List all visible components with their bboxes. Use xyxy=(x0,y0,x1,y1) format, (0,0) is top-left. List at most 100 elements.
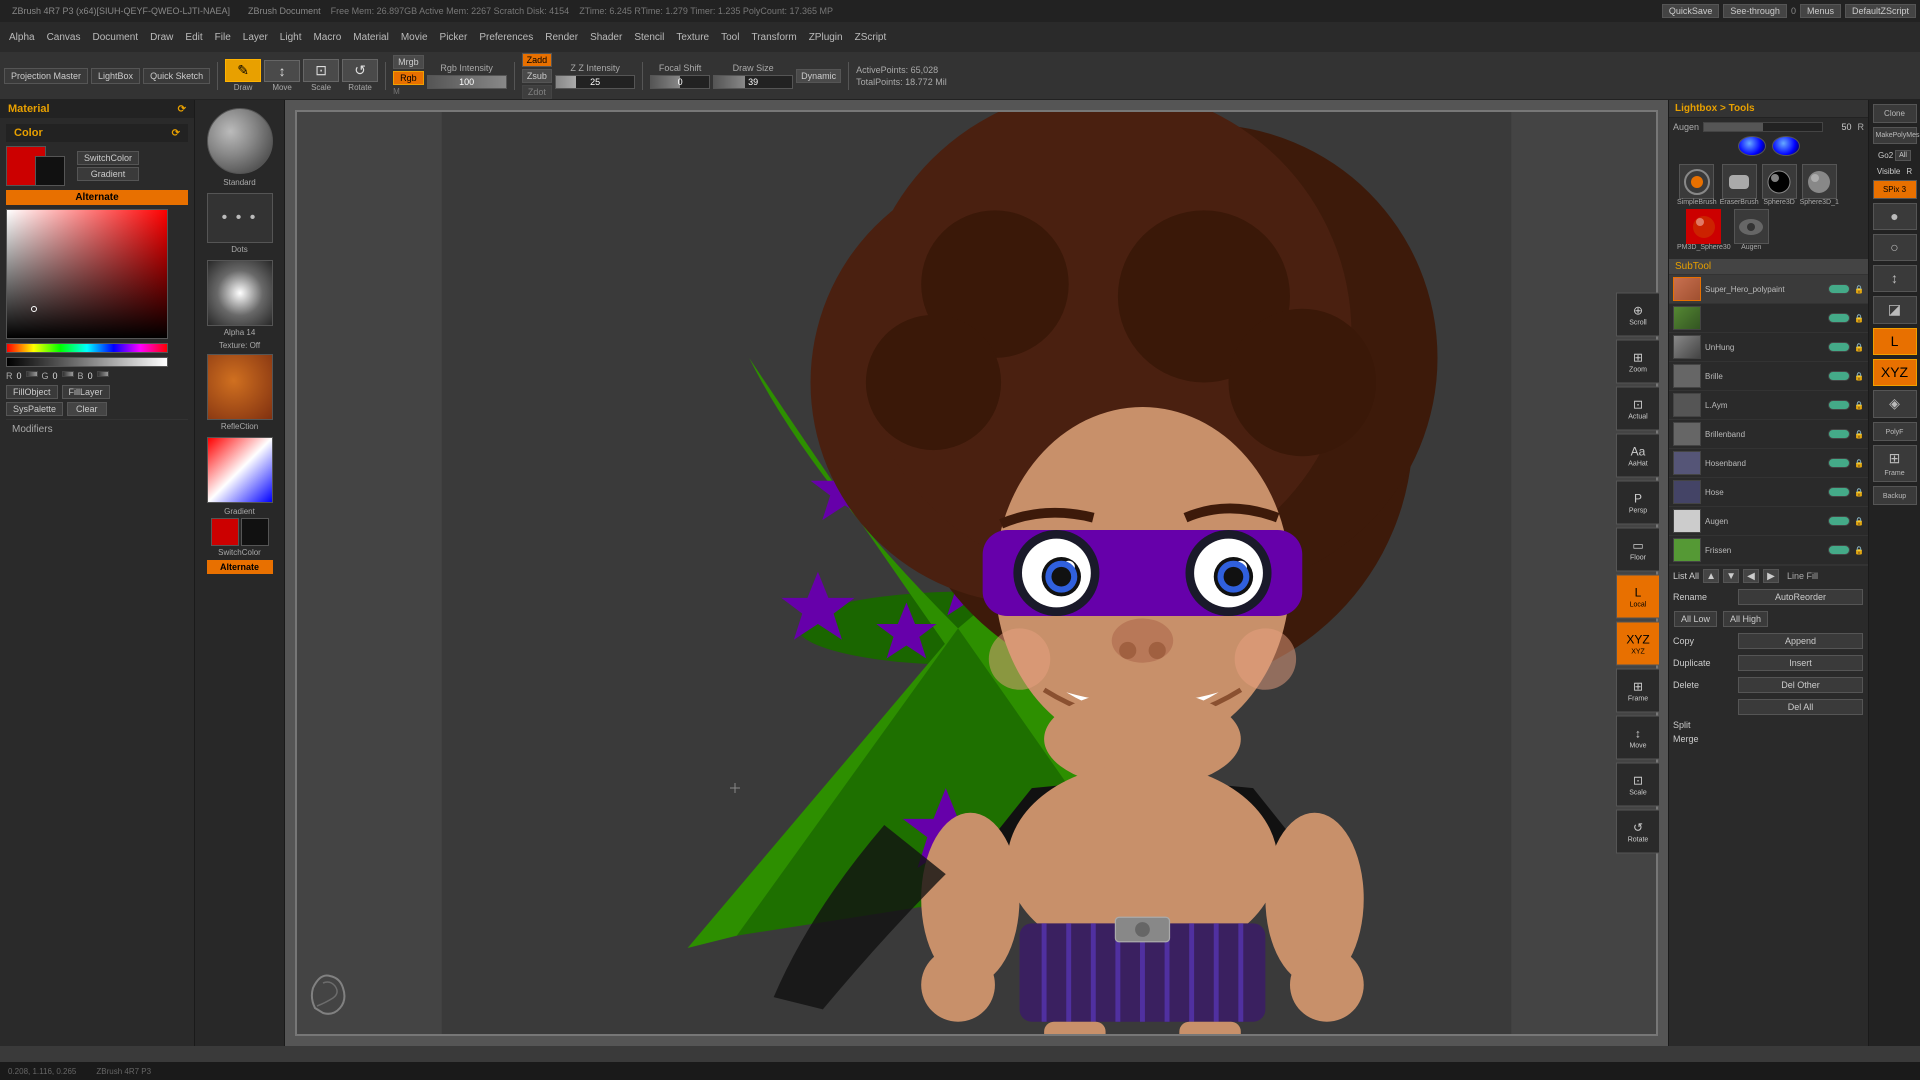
rotate-vp-btn[interactable]: ↺ Rotate xyxy=(1616,810,1660,854)
subtool-visible-1[interactable] xyxy=(1828,313,1850,323)
append-button[interactable]: Append xyxy=(1738,633,1863,649)
menu-texture[interactable]: Texture xyxy=(671,30,714,45)
zoom-btn[interactable]: ⊞ Zoom xyxy=(1616,340,1660,384)
persp-btn[interactable]: P Persp xyxy=(1616,481,1660,525)
frame-btn[interactable]: ⊞ Frame xyxy=(1616,669,1660,713)
fill-layer-button[interactable]: FillLayer xyxy=(62,385,110,399)
subtool-visible-brillenband[interactable] xyxy=(1828,429,1850,439)
simple-brush-icon[interactable] xyxy=(1679,164,1714,199)
zsub-button[interactable]: Zsub xyxy=(522,69,553,83)
color-picker[interactable] xyxy=(6,209,168,339)
dynamic-button[interactable]: Dynamic xyxy=(796,69,841,83)
subtool-item-brille[interactable]: Brille 🔒 xyxy=(1669,362,1868,391)
menu-alpha[interactable]: Alpha xyxy=(4,30,40,45)
defaultzscript-button[interactable]: DefaultZScript xyxy=(1845,4,1916,18)
texture-preview[interactable] xyxy=(207,354,273,420)
dots-brush-preview[interactable]: • • • xyxy=(207,193,273,243)
subtool-item-laym[interactable]: L.Aym 🔒 xyxy=(1669,391,1868,420)
subtool-item-brillenband[interactable]: Brillenband 🔒 xyxy=(1669,420,1868,449)
tool-spix3[interactable]: SPix 3 xyxy=(1873,180,1917,199)
z-intensity-slider[interactable]: 25 xyxy=(555,75,635,89)
move-vp-btn[interactable]: ↕ Move xyxy=(1616,716,1660,760)
brush-preview-sphere[interactable] xyxy=(207,108,273,174)
tool-dynamic[interactable]: ◈ xyxy=(1873,390,1917,418)
seethrough-button[interactable]: See-through xyxy=(1723,4,1787,18)
tool-standard[interactable]: ● xyxy=(1873,203,1917,230)
sphere3d-1-icon[interactable] xyxy=(1802,164,1837,199)
alpha-preview[interactable] xyxy=(207,260,273,326)
del-all-button[interactable]: Del All xyxy=(1738,699,1863,715)
canvas-area[interactable]: ⊕ Scroll ⊞ Zoom ⊡ Actual Aa AaHat P Pers… xyxy=(285,100,1668,1046)
arrow-down-btn[interactable]: ▼ xyxy=(1723,569,1739,583)
zadd-button[interactable]: Zadd xyxy=(522,53,553,67)
menu-stencil[interactable]: Stencil xyxy=(629,30,669,45)
draw-size-slider[interactable]: 39 xyxy=(713,75,793,89)
switch-color-black[interactable] xyxy=(241,518,269,546)
rgb-button[interactable]: Rgb xyxy=(393,71,424,85)
switch-color-button[interactable]: SwitchColor xyxy=(77,151,139,165)
actual-btn[interactable]: ⊡ Actual xyxy=(1616,387,1660,431)
menu-light[interactable]: Light xyxy=(275,30,307,45)
augen-brush-icon[interactable] xyxy=(1734,209,1769,244)
all-high-button[interactable]: All High xyxy=(1723,611,1768,627)
del-other-button[interactable]: Del Other xyxy=(1738,677,1863,693)
switch-color-red[interactable] xyxy=(211,518,239,546)
menu-edit[interactable]: Edit xyxy=(180,30,207,45)
quick-sketch-btn[interactable]: Quick Sketch xyxy=(143,68,210,84)
mrgb-button[interactable]: Mrgb xyxy=(393,55,424,69)
eye-right-btn[interactable] xyxy=(1772,136,1800,156)
subtool-item-augen[interactable]: Augen 🔒 xyxy=(1669,507,1868,536)
eye-left-btn[interactable] xyxy=(1738,136,1766,156)
fill-object-button[interactable]: FillObject xyxy=(6,385,58,399)
all-low-button[interactable]: All Low xyxy=(1674,611,1717,627)
focal-shift-slider[interactable]: 0 xyxy=(650,75,710,89)
sys-palette-button[interactable]: SysPalette xyxy=(6,402,63,416)
arrow-right-btn[interactable]: ▶ xyxy=(1763,569,1779,583)
move-button[interactable]: ↕ xyxy=(264,60,300,82)
color-secondary-swatch[interactable] xyxy=(35,156,65,186)
scale-vp-btn[interactable]: ⊡ Scale xyxy=(1616,763,1660,807)
hue-bar[interactable] xyxy=(6,343,168,353)
scale-button[interactable]: ⊡ xyxy=(303,59,339,82)
tool-smooth[interactable]: ○ xyxy=(1873,234,1917,261)
menu-shader[interactable]: Shader xyxy=(585,30,627,45)
tool-clay[interactable]: ◪ xyxy=(1873,296,1917,324)
subtool-item-1[interactable]: 🔒 xyxy=(1669,304,1868,333)
augen-slider[interactable] xyxy=(1703,122,1822,132)
rgb-intensity-slider[interactable]: 100 xyxy=(427,75,507,89)
subtool-visible-0[interactable] xyxy=(1828,284,1850,294)
clear-button[interactable]: Clear xyxy=(67,402,107,416)
menu-render[interactable]: Render xyxy=(540,30,583,45)
aahat-btn[interactable]: Aa AaHat xyxy=(1616,434,1660,478)
tool-clone[interactable]: Clone xyxy=(1873,104,1917,123)
lightbox-btn[interactable]: LightBox xyxy=(91,68,140,84)
subtool-item-hosenband[interactable]: Hosenband 🔒 xyxy=(1669,449,1868,478)
auto-reorder-button[interactable]: AutoReorder xyxy=(1738,589,1863,605)
arrow-left-btn[interactable]: ◀ xyxy=(1743,569,1759,583)
menu-zscript[interactable]: ZScript xyxy=(850,30,892,45)
tool-xyz-active[interactable]: XYZ xyxy=(1873,359,1917,386)
zdot-button[interactable]: Zdot xyxy=(522,85,553,99)
subtool-item-frissen[interactable]: Frissen 🔒 xyxy=(1669,536,1868,565)
augen-scroll-btn[interactable]: ⊕ Scroll xyxy=(1616,293,1660,337)
draw-button[interactable]: ✎ xyxy=(225,59,261,82)
subtool-visible-hose[interactable] xyxy=(1828,487,1850,497)
tool-make-polymesh[interactable]: MakePolyMesh3D xyxy=(1873,127,1917,144)
tool-frame[interactable]: ⊞ Frame xyxy=(1873,445,1917,482)
gradient-preview-small[interactable] xyxy=(207,437,273,503)
menu-preferences[interactable]: Preferences xyxy=(474,30,538,45)
pm3d-sphere-icon[interactable] xyxy=(1686,209,1721,244)
tool-move[interactable]: ↕ xyxy=(1873,265,1917,292)
rotate-button[interactable]: ↺ xyxy=(342,59,378,82)
quicksave-button[interactable]: QuickSave xyxy=(1662,4,1720,18)
subtool-visible-augen[interactable] xyxy=(1828,516,1850,526)
subtool-item-0[interactable]: Super_Hero_polypaint 🔒 xyxy=(1669,275,1868,304)
subtool-item-unhung[interactable]: UnHung 🔒 xyxy=(1669,333,1868,362)
tool-polyf[interactable]: PolyF xyxy=(1873,422,1917,441)
alternate-small-button[interactable]: Alternate xyxy=(207,560,273,574)
go2-all-btn[interactable]: All xyxy=(1895,150,1911,161)
menu-draw[interactable]: Draw xyxy=(145,30,178,45)
subtool-visible-hosenband[interactable] xyxy=(1828,458,1850,468)
menu-material[interactable]: Material xyxy=(348,30,394,45)
xyz-btn[interactable]: XYZ XYZ xyxy=(1616,622,1660,666)
